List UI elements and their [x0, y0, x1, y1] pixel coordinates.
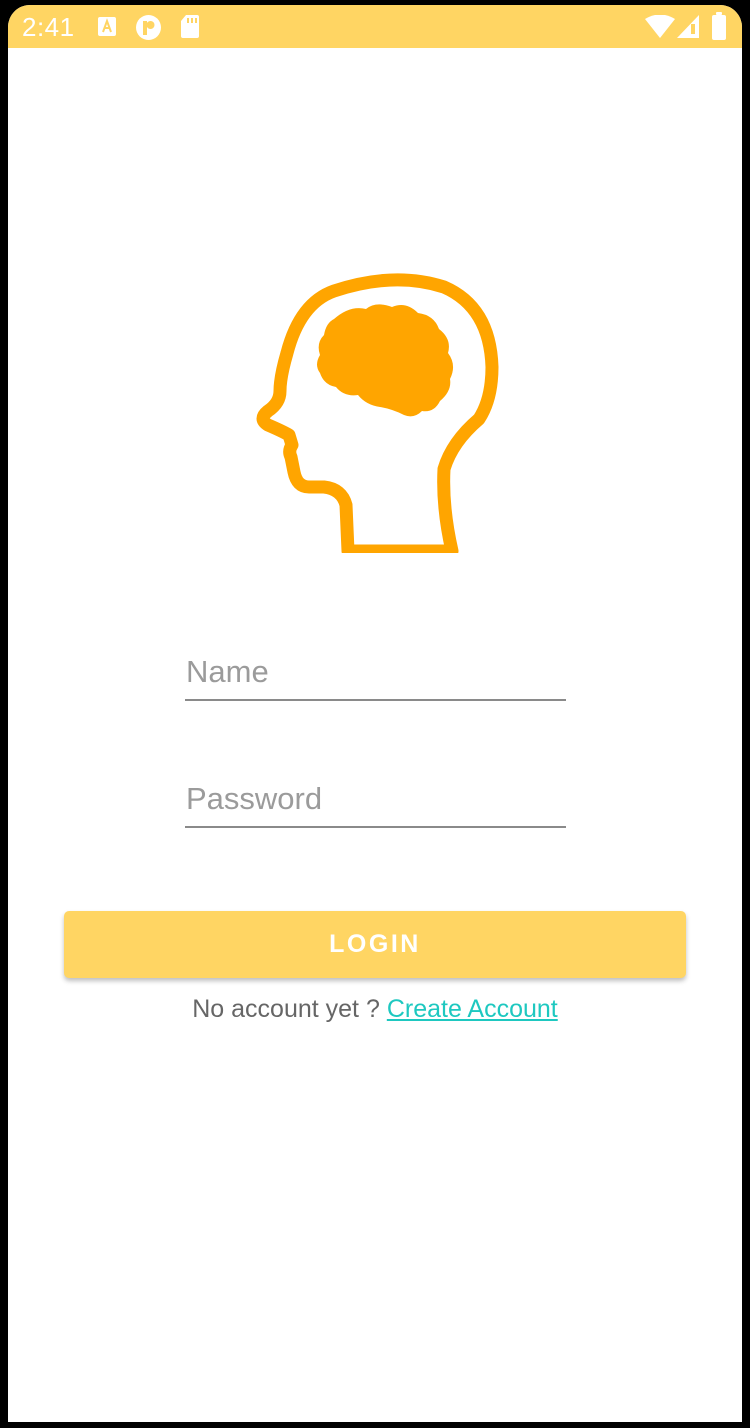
password-field-container	[185, 772, 566, 828]
sd-card-icon	[181, 15, 199, 38]
login-button[interactable]: LOGIN	[64, 911, 686, 978]
signup-row: No account yet ? Create Account	[8, 993, 742, 1025]
password-input[interactable]	[185, 772, 566, 828]
create-account-link[interactable]: Create Account	[387, 995, 558, 1023]
app-screen: 2:41 Name LOGIN No account yet ? Create …	[8, 5, 742, 1422]
signup-prompt: No account yet ?	[192, 995, 380, 1023]
app-p-icon	[136, 15, 161, 40]
head-brain-icon	[256, 273, 499, 553]
name-field-container	[185, 645, 566, 701]
status-time: 2:41	[22, 12, 75, 42]
cell-signal-icon	[677, 15, 699, 38]
name-input[interactable]	[185, 645, 566, 701]
app-a-icon	[98, 17, 116, 36]
battery-icon	[712, 12, 726, 40]
status-bar: 2:41	[8, 5, 742, 48]
wifi-icon	[645, 15, 675, 38]
